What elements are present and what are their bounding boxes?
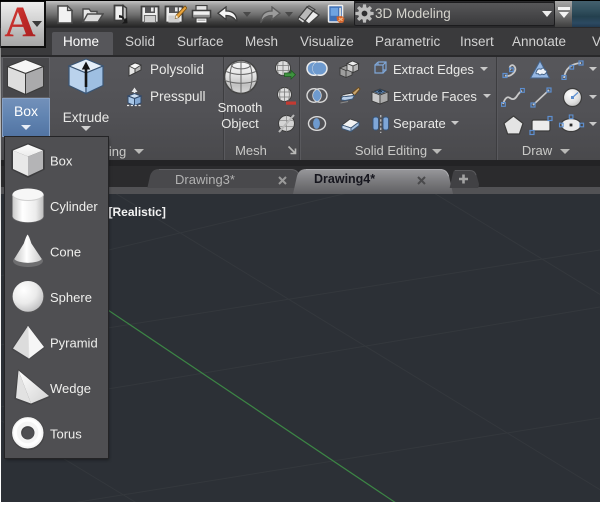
svg-text:A: A: [4, 2, 35, 40]
svg-text:Wedge: Wedge: [50, 381, 91, 396]
svg-text:Sphere: Sphere: [50, 290, 92, 305]
svg-text:Cone: Cone: [50, 245, 81, 260]
svg-text:Pyramid: Pyramid: [50, 336, 98, 351]
svg-text:Box: Box: [50, 154, 73, 169]
svg-text:Cylinder: Cylinder: [50, 199, 98, 214]
svg-text:Torus: Torus: [50, 427, 82, 442]
